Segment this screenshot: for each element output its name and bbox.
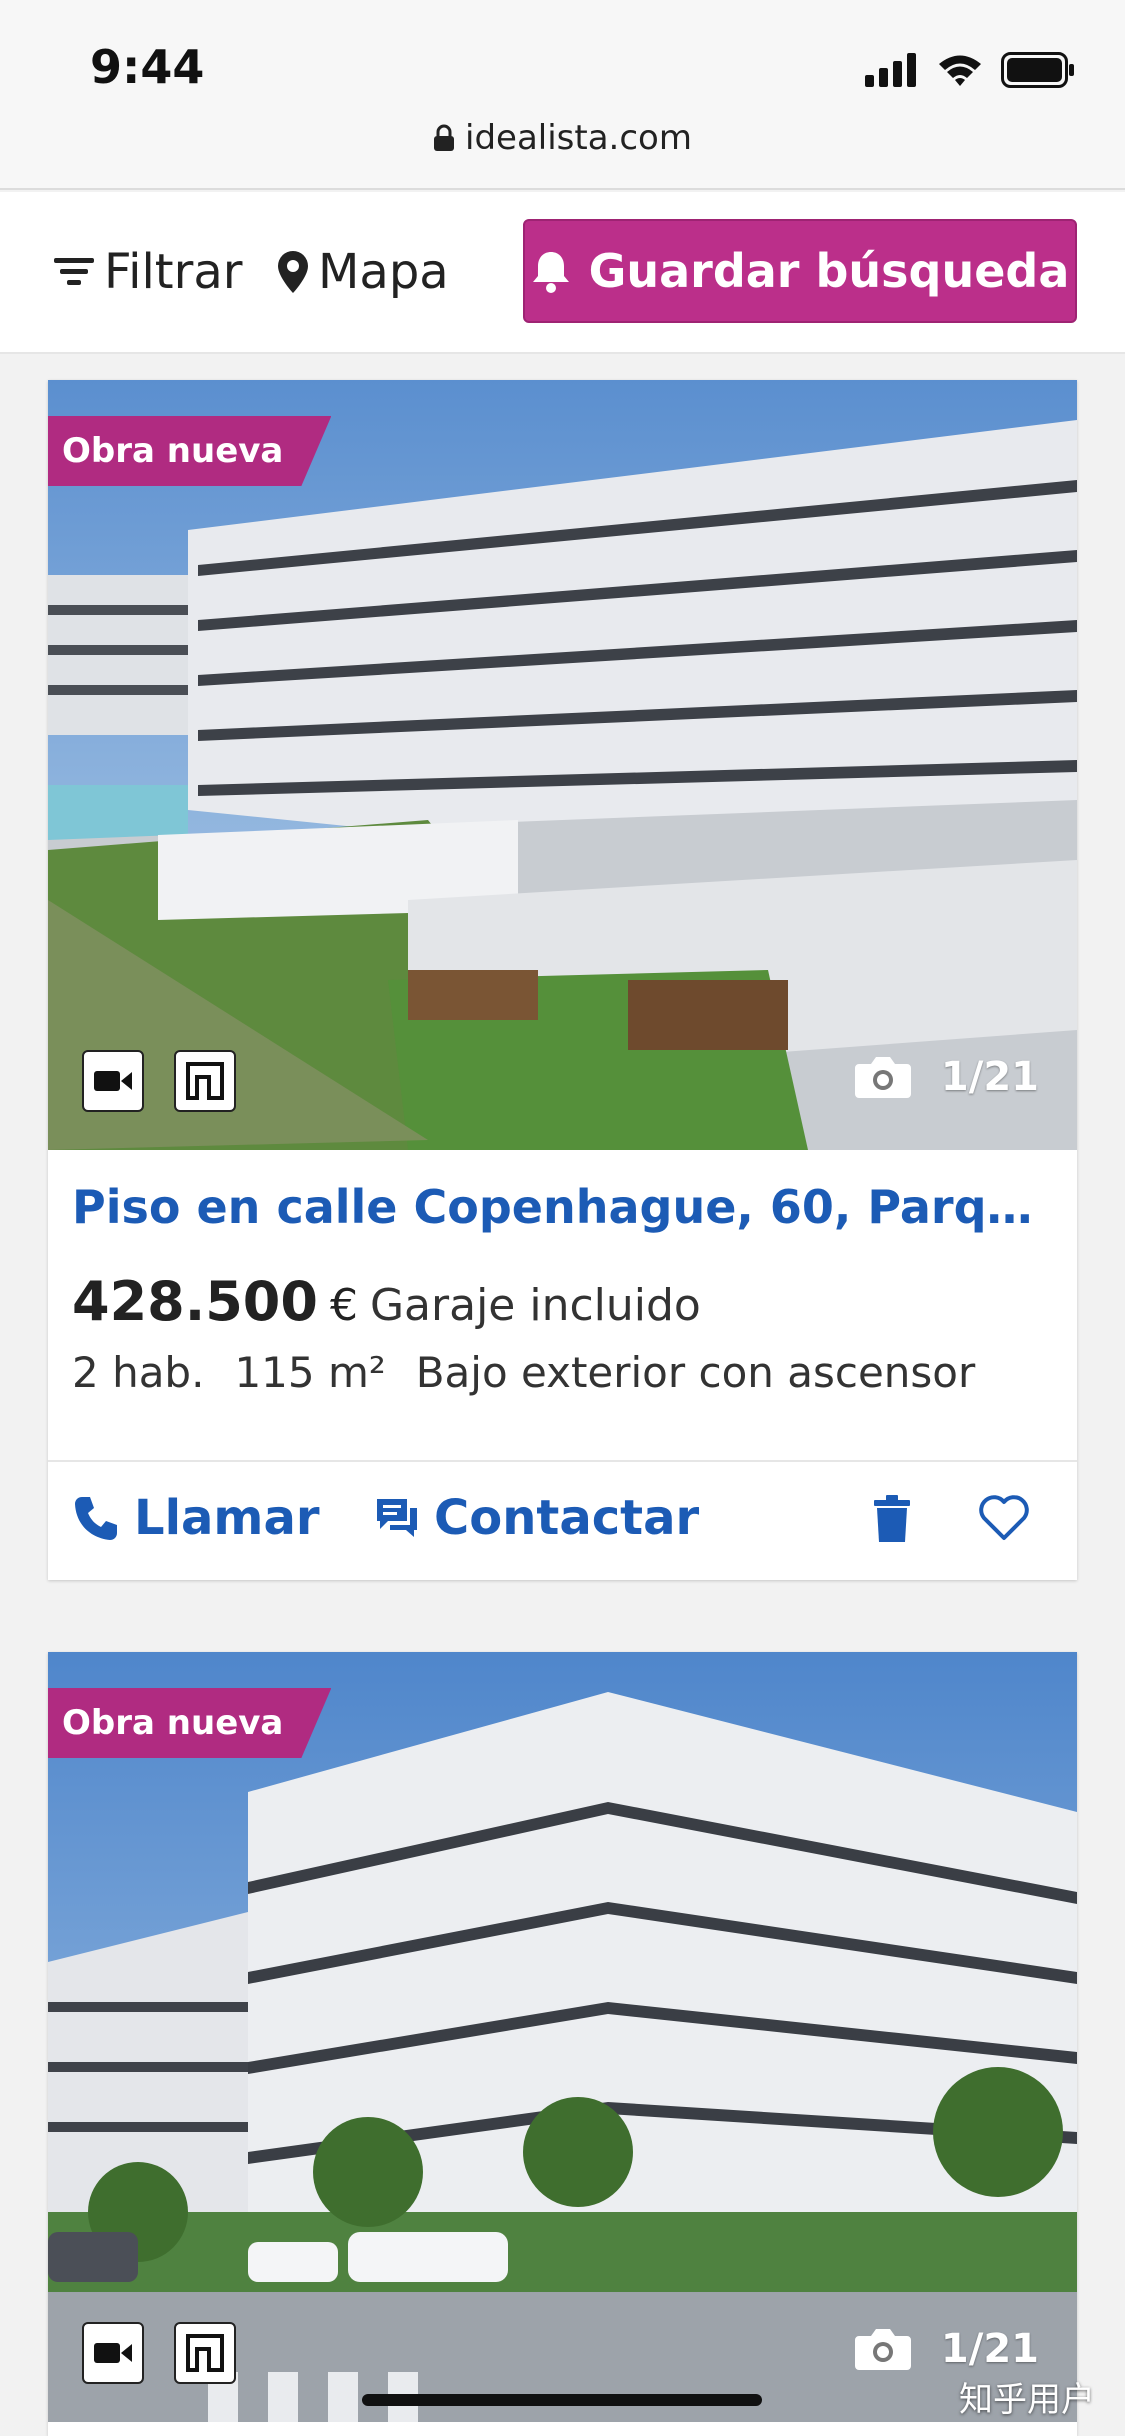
phone-icon: [75, 1497, 117, 1540]
photo-counter: 1/21: [853, 1054, 1039, 1100]
camera-icon: [854, 1057, 911, 1098]
listing-photo[interactable]: Obra nueva 1/21: [48, 1652, 1077, 2422]
battery-icon: [1001, 52, 1074, 88]
currency-symbol: €: [329, 1280, 358, 1331]
video-camera-icon: [94, 1071, 132, 1091]
photo-count-text: 1/21: [940, 1054, 1039, 1100]
browser-status-bar: 9:44 idealista.com: [0, 0, 1125, 190]
listing-photo[interactable]: Obra nueva 1/21: [48, 380, 1077, 1150]
home-indicator[interactable]: [362, 2394, 762, 2406]
video-tour-icon[interactable]: [82, 2322, 144, 2384]
address-bar[interactable]: idealista.com: [0, 118, 1125, 158]
filter-label: Filtrar: [104, 244, 243, 300]
filter-icon: [54, 258, 94, 285]
building-render-image: [48, 380, 1077, 1150]
filter-button[interactable]: Filtrar: [52, 244, 243, 300]
listing-details: 2 hab. 115 m² Bajo exterior con ascensor: [72, 1348, 975, 1397]
call-label: Llamar: [134, 1490, 320, 1546]
video-tour-icon[interactable]: [82, 1050, 144, 1112]
trash-icon[interactable]: [872, 1494, 912, 1544]
watermark: 知乎用户: [959, 2380, 1095, 2420]
map-label: Mapa: [318, 244, 449, 300]
status-time: 9:44: [90, 40, 205, 94]
listing-card[interactable]: Obra nueva 1/21 Piso en calle Copenhague…: [48, 380, 1077, 1580]
call-button[interactable]: Llamar: [72, 1490, 320, 1546]
chat-icon: [377, 1499, 417, 1537]
listing-price: 428.500: [72, 1270, 318, 1333]
card-divider: [48, 1460, 1077, 1462]
video-camera-icon: [94, 2343, 132, 2363]
listing-card[interactable]: Obra nueva 1/21: [48, 1652, 1077, 2436]
price-note: Garaje incluido: [369, 1280, 701, 1331]
map-button[interactable]: Mapa: [276, 244, 449, 300]
camera-icon: [854, 2329, 911, 2370]
save-search-label: Guardar búsqueda: [588, 244, 1070, 298]
floor-plan-icon[interactable]: [174, 2322, 236, 2384]
new-build-tag: Obra nueva: [48, 1688, 331, 1758]
area: 115 m²: [234, 1348, 386, 1397]
floor-plan-glyph: [186, 1062, 224, 1100]
listing-title[interactable]: Piso en calle Copenhague, 60, Parque o…: [72, 1180, 1062, 1234]
save-search-button[interactable]: Guardar búsqueda: [523, 219, 1077, 323]
photo-counter: 1/21: [853, 2326, 1039, 2372]
rooms: 2 hab.: [72, 1348, 205, 1397]
floor-info: Bajo exterior con ascensor: [415, 1348, 976, 1397]
search-toolbar: Filtrar Mapa Guardar búsqueda: [0, 192, 1125, 354]
lock-icon: [434, 124, 454, 151]
price-line: 428.500 € Garaje incluido: [72, 1270, 701, 1333]
contact-button[interactable]: Contactar: [374, 1490, 699, 1546]
floor-plan-glyph: [186, 2334, 224, 2372]
status-icons: [865, 52, 1075, 88]
photo-count-text: 1/21: [940, 2326, 1039, 2372]
building-render-image: [48, 1652, 1077, 2422]
new-build-tag: Obra nueva: [48, 416, 331, 486]
contact-label: Contactar: [434, 1490, 700, 1546]
url-text: idealista.com: [465, 118, 692, 158]
wifi-icon: [939, 55, 981, 86]
favorite-heart-icon[interactable]: [978, 1494, 1030, 1542]
floor-plan-icon[interactable]: [174, 1050, 236, 1112]
bell-icon: [532, 252, 569, 293]
signal-icon: [865, 53, 916, 87]
map-pin-icon: [278, 251, 308, 293]
